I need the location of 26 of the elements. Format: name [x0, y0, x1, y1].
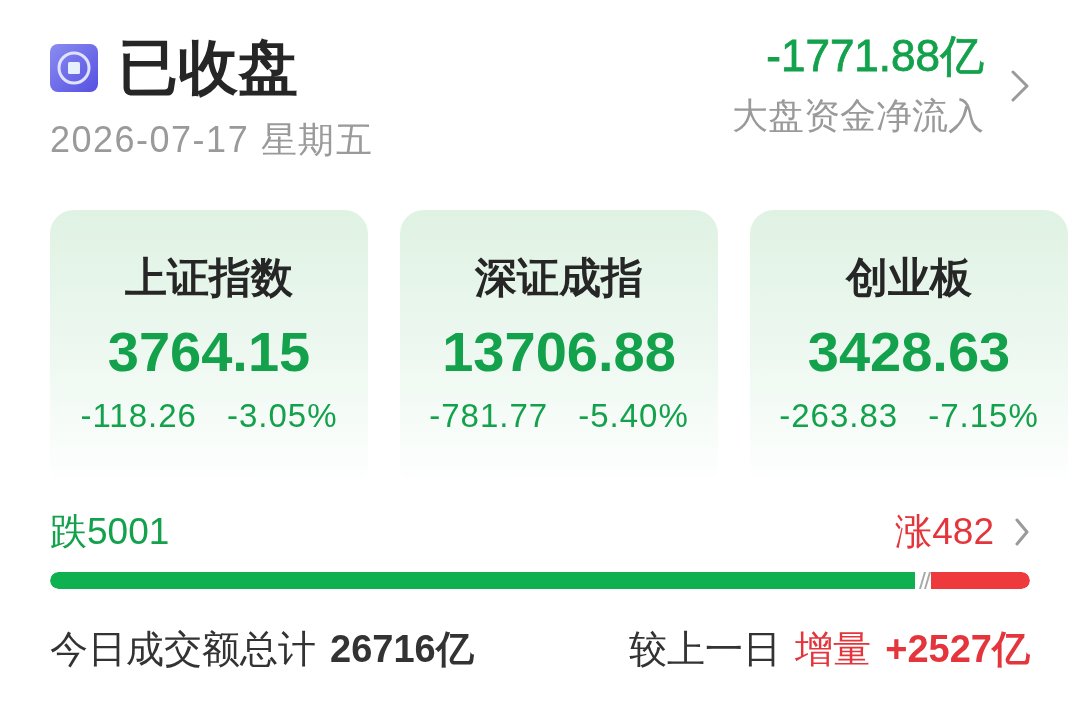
- index-name: 深证成指: [475, 253, 643, 303]
- index-percent: -7.15%: [928, 396, 1039, 436]
- index-value: 3428.63: [807, 320, 1011, 384]
- turnover-label: 今日成交额总计: [50, 627, 316, 672]
- change-value: +2527亿: [885, 627, 1030, 672]
- chevron-right-icon[interactable]: [1014, 517, 1030, 547]
- index-change: -781.77: [429, 396, 549, 436]
- index-percent: -3.05%: [226, 396, 338, 436]
- date-text: 2026-07-17 星期五: [50, 118, 374, 162]
- index-change: -118.26: [80, 396, 197, 436]
- turnover-value: 26716亿: [330, 627, 474, 672]
- falling-count: 跌5001: [50, 510, 170, 554]
- net-flow-label: 大盘资金净流入: [732, 94, 984, 138]
- compare-label: 较上一日: [629, 627, 782, 672]
- chevron-right-icon[interactable]: [1010, 69, 1030, 103]
- change-label: 增量: [795, 627, 872, 672]
- status-title: 已收盘: [118, 33, 298, 103]
- index-value: 3764.15: [107, 320, 311, 384]
- index-name: 上证指数: [125, 253, 293, 303]
- net-flow-value: -1771.88亿: [766, 30, 984, 82]
- stop-icon: [50, 44, 98, 92]
- index-name: 创业板: [846, 253, 972, 303]
- rising-count: 涨482: [895, 510, 994, 554]
- index-value: 13706.88: [442, 320, 676, 384]
- index-change: -263.83: [779, 396, 899, 436]
- index-percent: -5.40%: [578, 396, 689, 436]
